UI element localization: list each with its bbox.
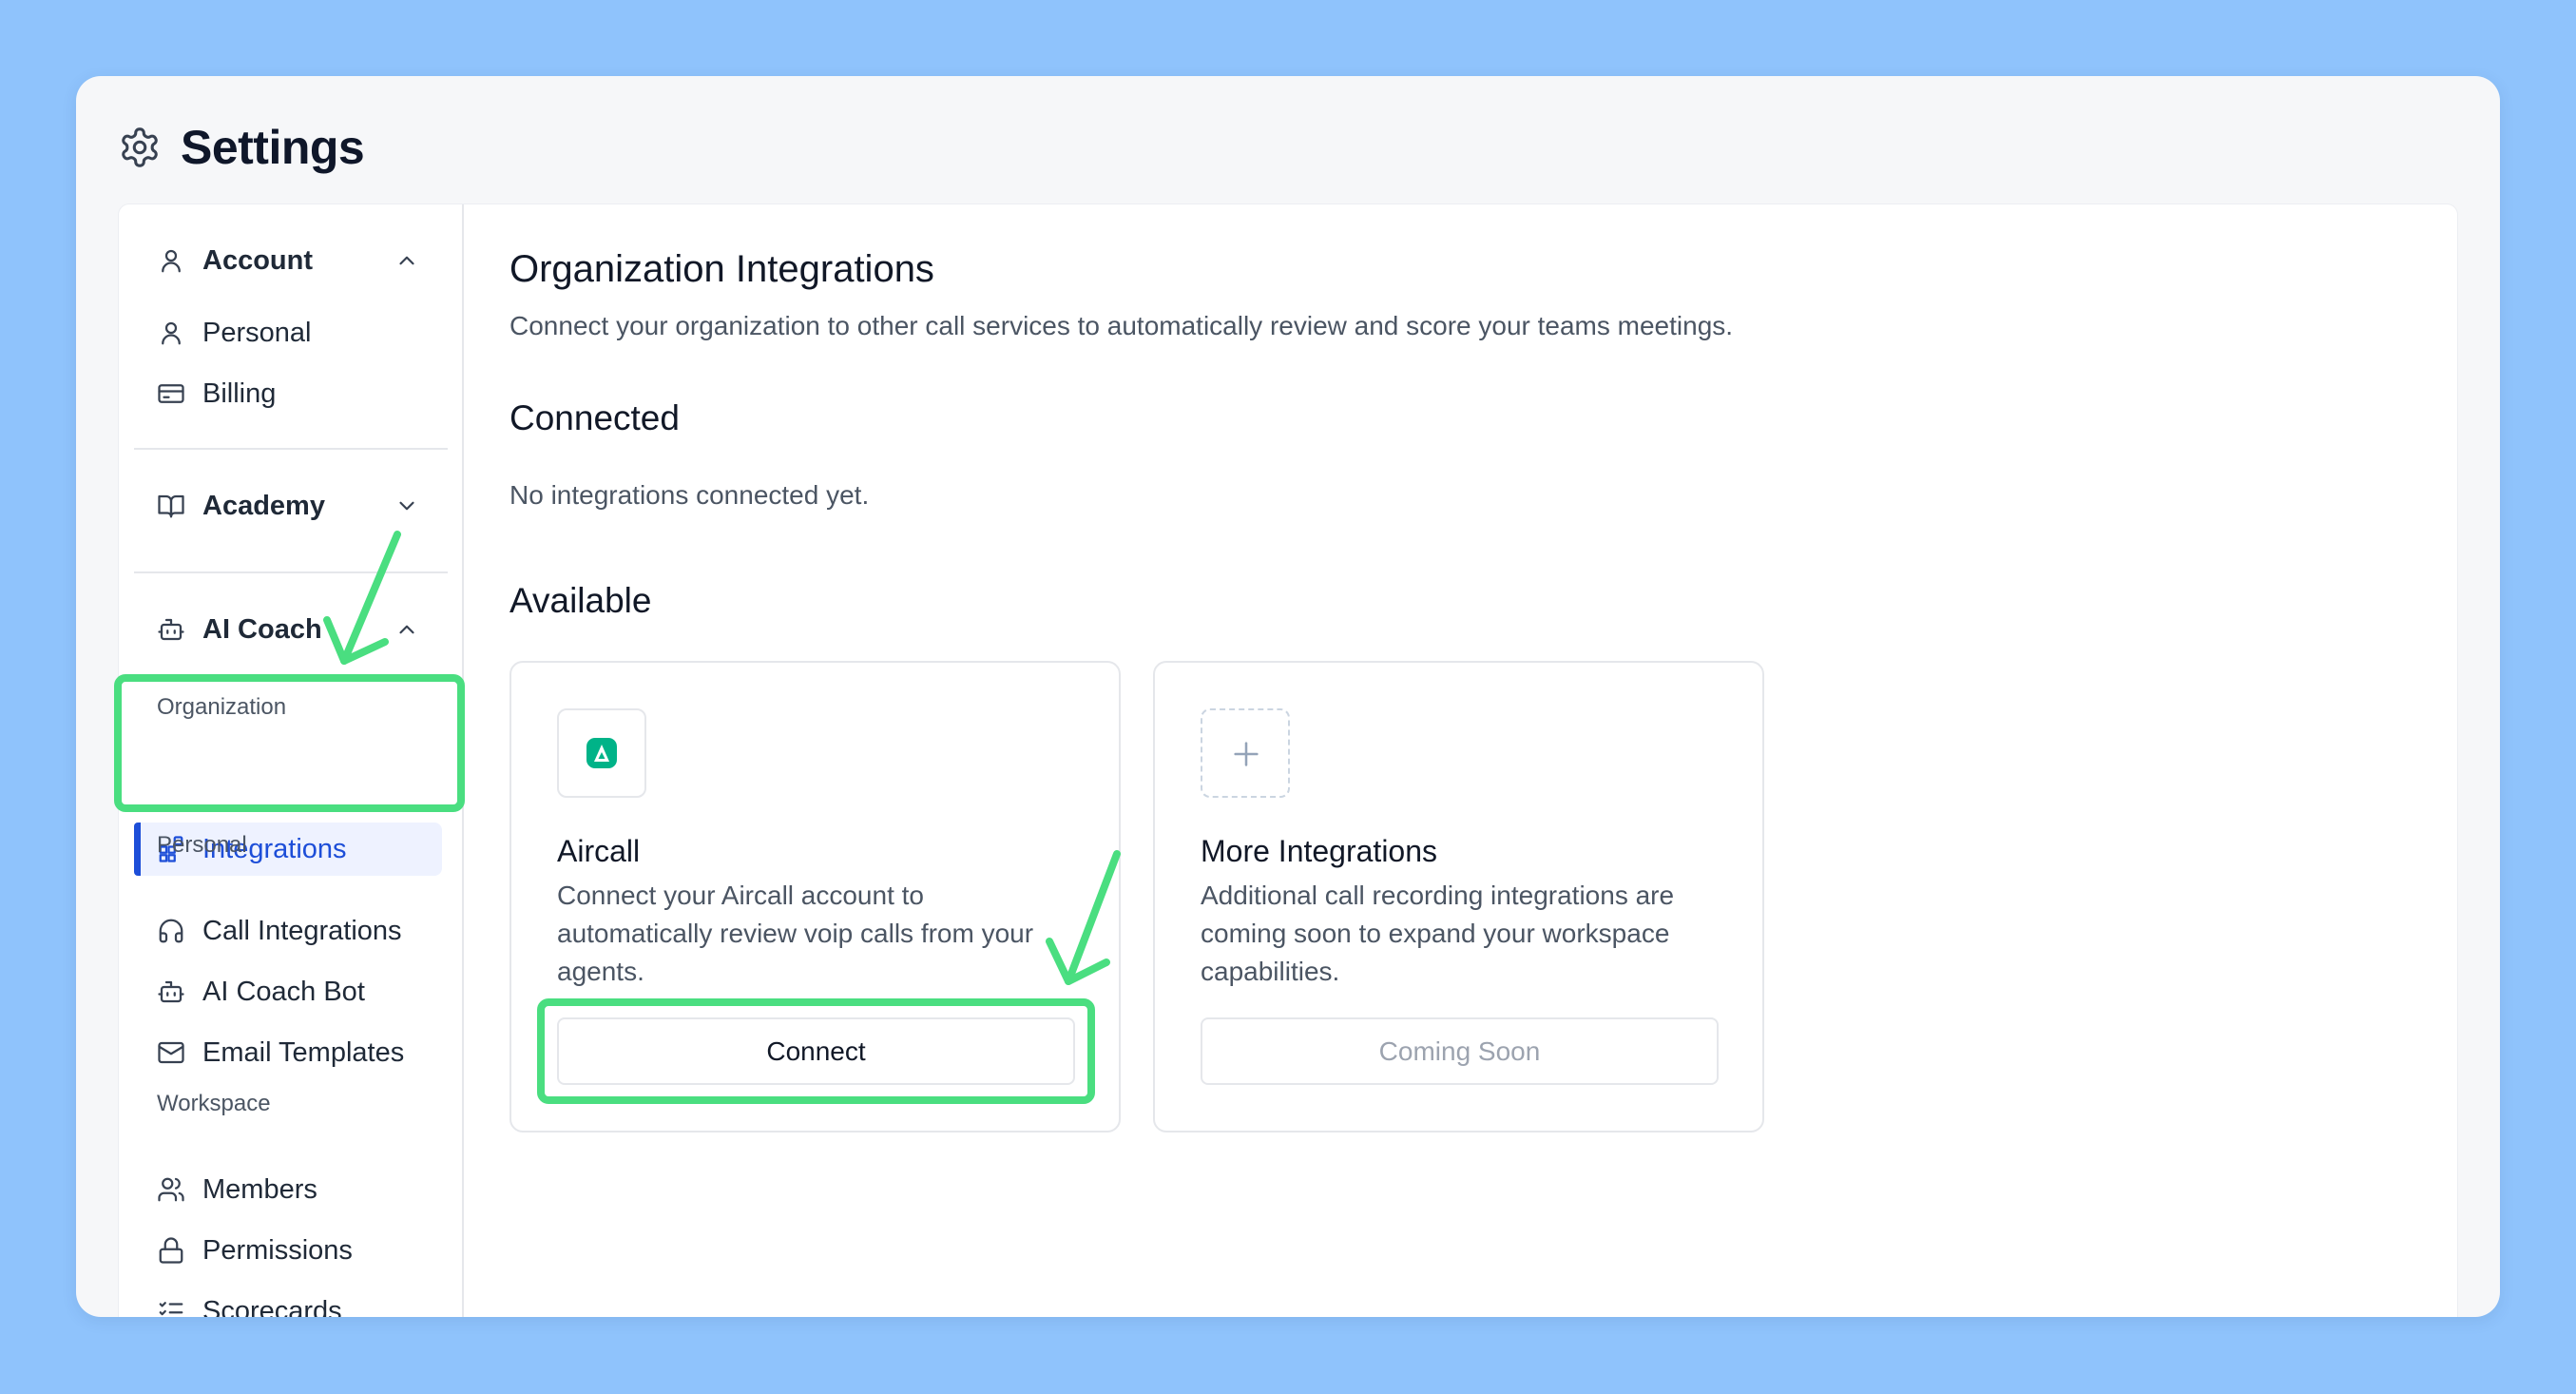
- sidebar-group-account[interactable]: Account: [157, 232, 313, 289]
- sidebar-item-billing[interactable]: Billing: [157, 365, 276, 422]
- integration-card-aircall: Aircall Connect your Aircall account to …: [509, 661, 1121, 1133]
- sidebar-item-label: Email Templates: [202, 1036, 405, 1068]
- credit-card-icon: [158, 384, 184, 403]
- empty-state-text: No integrations connected yet.: [509, 480, 870, 510]
- sidebar-item-permissions[interactable]: Permissions: [157, 1222, 353, 1279]
- section-label-workspace: Workspace: [157, 1091, 271, 1116]
- card-title: Aircall: [557, 834, 641, 868]
- sidebar-item-call-integrations[interactable]: Call Integrations: [157, 902, 402, 959]
- section-label-personal: Personal: [157, 832, 247, 858]
- chevron-down-icon[interactable]: [394, 494, 419, 518]
- sidebar-group-label: Academy: [202, 490, 325, 521]
- section-title: Organization Integrations: [509, 248, 934, 290]
- chevron-up-icon[interactable]: [394, 248, 419, 273]
- bot-icon: [158, 618, 184, 641]
- bot-icon: [158, 980, 184, 1003]
- lock-icon: [159, 1237, 183, 1264]
- sidebar-item-scorecards[interactable]: Scorecards: [157, 1283, 342, 1317]
- sidebar-group-academy[interactable]: Academy: [157, 477, 325, 534]
- sidebar-item-email-templates[interactable]: Email Templates: [157, 1024, 404, 1081]
- sidebar-item-label: Scorecards: [202, 1295, 342, 1318]
- sidebar-item-label: Permissions: [202, 1234, 353, 1266]
- sidebar-item-label: Members: [202, 1173, 317, 1205]
- sidebar-item-label: Personal: [202, 317, 312, 348]
- checklist-icon: [159, 1302, 183, 1316]
- sidebar: Account Personal Billing Academy AI Coac…: [119, 204, 464, 1317]
- sidebar-divider: [134, 448, 448, 450]
- main-content: Organization Integrations Connect your o…: [462, 204, 2457, 1317]
- card-description: Connect your Aircall account to automati…: [557, 881, 1034, 986]
- book-open-icon: [158, 494, 184, 518]
- section-subtitle: Connect your organization to other call …: [509, 311, 1734, 340]
- aircall-icon: [586, 738, 617, 768]
- plus-icon: [1234, 742, 1259, 766]
- sidebar-item-ai-coach-bot[interactable]: AI Coach Bot: [157, 963, 365, 1020]
- sidebar-item-label: Call Integrations: [202, 915, 402, 946]
- settings-panel: Account Personal Billing Academy AI Coac…: [118, 203, 2458, 1317]
- sidebar-group-ai-coach[interactable]: AI Coach: [157, 601, 322, 658]
- sidebar-group-label: AI Coach: [202, 613, 322, 645]
- user-icon: [162, 321, 181, 345]
- card-title: More Integrations: [1201, 834, 1438, 868]
- active-indicator: [134, 823, 141, 876]
- integration-card-more: More Integrations Additional call record…: [1153, 661, 1764, 1133]
- sidebar-item-label: Billing: [202, 378, 277, 409]
- page-title: Settings: [181, 121, 365, 174]
- gear-icon: [122, 127, 158, 167]
- connect-button[interactable]: Connect: [557, 1017, 1075, 1085]
- section-label-organization: Organization: [157, 694, 287, 720]
- headset-icon: [159, 919, 183, 943]
- sidebar-item-members[interactable]: Members: [157, 1161, 317, 1218]
- aircall-logo: [557, 708, 646, 798]
- mail-icon: [158, 1041, 184, 1064]
- user-icon: [162, 249, 181, 273]
- sidebar-group-label: Account: [202, 244, 313, 276]
- sidebar-item-label: AI Coach Bot: [202, 976, 365, 1007]
- users-icon: [158, 1177, 184, 1202]
- chevron-up-icon[interactable]: [394, 617, 419, 642]
- connected-heading: Connected: [509, 398, 680, 437]
- card-description: Additional call recording integrations a…: [1201, 881, 1675, 986]
- available-heading: Available: [509, 581, 652, 620]
- settings-window: Settings Account Personal Billing Academ…: [76, 76, 2500, 1317]
- page-header: Settings: [118, 116, 365, 179]
- sidebar-item-personal[interactable]: Personal: [157, 304, 311, 361]
- add-placeholder: [1201, 708, 1290, 798]
- sidebar-divider: [134, 571, 448, 573]
- coming-soon-button: Coming Soon: [1201, 1017, 1719, 1085]
